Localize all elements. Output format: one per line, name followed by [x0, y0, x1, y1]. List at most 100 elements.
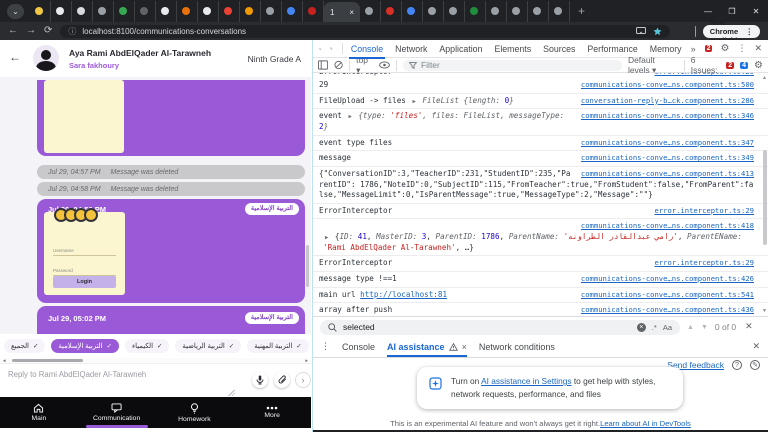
source-link[interactable]: communications-conve…ns.component.ts:541: [581, 290, 754, 300]
browser-tab[interactable]: [402, 1, 423, 22]
source-link[interactable]: communications-conve…ns.component.ts:418: [581, 221, 754, 230]
message-card[interactable]: Jul 29, 05:02 PM التربية الإسلامية: [37, 306, 305, 334]
devtools-tab[interactable]: Application: [439, 44, 482, 54]
subject-filter-chip[interactable]: التربية الرياضية ✓: [175, 339, 241, 353]
close-drawer-icon[interactable]: ✕: [752, 342, 760, 352]
browser-tab[interactable]: [198, 1, 219, 22]
subject-filter-chip[interactable]: الجميع ✓: [4, 339, 45, 353]
source-link[interactable]: error.interceptor.ts:29: [654, 206, 754, 216]
scroll-up-arrow[interactable]: ▲: [762, 75, 767, 81]
devtools-tab[interactable]: Console: [351, 44, 383, 54]
browser-tab[interactable]: [177, 1, 198, 22]
maximize-button[interactable]: ❐: [720, 7, 744, 16]
inspect-element-icon[interactable]: [319, 43, 321, 55]
source-link[interactable]: error.interceptor.ts:29: [654, 73, 754, 77]
back-button[interactable]: ←: [8, 26, 18, 36]
console-log[interactable]: error.interceptor.ts:29 ErrorInterceptor…: [313, 73, 768, 316]
subject-filter-chip[interactable]: الكيمياء ✓: [125, 339, 169, 353]
nav-item-homework[interactable]: Homework: [156, 397, 234, 428]
console-row[interactable]: communications-conve…ns.component.ts:349…: [313, 151, 768, 167]
browser-tab[interactable]: [282, 1, 303, 22]
console-row[interactable]: error.interceptor.ts:29 ErrorInterceptor: [313, 204, 768, 220]
bookmark-star-icon[interactable]: [653, 27, 662, 36]
message-image-attachment[interactable]: [44, 80, 124, 153]
source-link[interactable]: communications-conve…ns.component.ts:346: [581, 111, 754, 121]
drawer-tab-console[interactable]: Console: [342, 342, 375, 352]
browser-tab[interactable]: [114, 1, 135, 22]
reply-input[interactable]: Reply to Rami AbdElQader Al-Tarawneh: [8, 370, 146, 379]
console-scrollbar[interactable]: [763, 150, 767, 245]
console-sidebar-icon[interactable]: [318, 60, 328, 70]
attach-button[interactable]: [274, 372, 290, 388]
console-row[interactable]: communications-conve…ns.component.ts:418…: [313, 219, 768, 256]
close-search-icon[interactable]: ✕: [745, 322, 753, 332]
source-link[interactable]: conversation-reply-b…ck.component.ts:286: [581, 96, 754, 106]
reload-button[interactable]: ⟳: [44, 26, 52, 36]
send-button[interactable]: ›: [295, 372, 311, 388]
console-row[interactable]: communications-conve…ns.component.ts:426…: [313, 272, 768, 288]
previous-match-icon[interactable]: ▲: [687, 324, 694, 331]
update-chrome-button[interactable]: New Chrome available ⋮: [703, 25, 760, 38]
clear-console-icon[interactable]: [334, 60, 343, 70]
console-settings-icon[interactable]: ⚙: [754, 60, 763, 71]
message-image-attachment[interactable]: Username Password Login: [44, 212, 125, 295]
drawer-tab-ai-assistance[interactable]: AI assistance ×: [387, 337, 467, 357]
resize-handle[interactable]: [228, 390, 235, 396]
console-filter-input[interactable]: Filter: [403, 60, 622, 71]
back-arrow-icon[interactable]: ←: [9, 50, 21, 64]
issues-error-badge[interactable]: 2: [726, 62, 734, 69]
devtools-tab[interactable]: Performance: [587, 44, 637, 54]
messages-scrollbar[interactable]: [306, 245, 309, 287]
forward-button[interactable]: →: [26, 26, 36, 36]
browser-tab[interactable]: [219, 1, 240, 22]
browser-tab[interactable]: [240, 1, 261, 22]
source-link[interactable]: communications-conve…ns.component.ts:436: [581, 305, 754, 315]
new-tab-button[interactable]: +: [578, 4, 585, 18]
source-link[interactable]: communications-conve…ns.component.ts:349: [581, 153, 754, 163]
help-icon[interactable]: ?: [732, 360, 742, 370]
nav-item-main[interactable]: Main: [0, 397, 78, 428]
source-link[interactable]: communications-conve…ns.component.ts:426: [581, 274, 754, 284]
close-window-button[interactable]: ✕: [744, 7, 768, 16]
console-row[interactable]: communications-conve…ns.component.ts:413…: [313, 167, 768, 204]
tab-search-button[interactable]: ⌄: [7, 4, 24, 19]
source-link[interactable]: error.interceptor.ts:29: [654, 258, 754, 268]
feedback-icon[interactable]: ✎: [750, 360, 760, 370]
issues-label[interactable]: 6 Issues:: [691, 55, 720, 75]
source-link[interactable]: communications-conve…ns.component.ts:347: [581, 138, 754, 148]
more-tabs-icon[interactable]: »: [691, 44, 696, 54]
device-toolbar-icon[interactable]: [330, 43, 332, 54]
console-row[interactable]: communications-conve…ns.component.ts:347…: [313, 136, 768, 152]
nav-item-communication[interactable]: Communication: [78, 397, 156, 428]
browser-tab[interactable]: [549, 1, 570, 22]
message-card[interactable]: Jul 29, 04:59 PM التربية الإسلامية Usern…: [37, 199, 305, 303]
browser-tab[interactable]: [528, 1, 549, 22]
mic-button[interactable]: [252, 372, 268, 388]
devtools-tab[interactable]: Network: [395, 44, 427, 54]
subject-filter-chip[interactable]: التربية المهنية ✓: [247, 339, 308, 353]
browser-tab[interactable]: [135, 1, 156, 22]
search-input[interactable]: selected × .* Aa: [320, 320, 680, 335]
devtools-tab[interactable]: Sources: [543, 44, 575, 54]
devtools-menu-icon[interactable]: ⋮: [737, 44, 746, 54]
console-row[interactable]: communications-conve…ns.component.ts:500…: [313, 78, 768, 94]
drawer-menu-icon[interactable]: ⋮: [321, 342, 330, 352]
browser-tab[interactable]: [423, 1, 444, 22]
regex-toggle[interactable]: .*: [652, 323, 657, 332]
issues-warning-badge[interactable]: 4: [740, 62, 748, 69]
address-bar[interactable]: ⓘ localhost:8100/communications-conversa…: [60, 25, 670, 38]
messages-list[interactable]: Jul 29, 04:57 PM Message was deleted Jul…: [0, 77, 311, 334]
console-row[interactable]: communications-conve…ns.component.ts:346…: [313, 109, 768, 135]
browser-tab[interactable]: [30, 1, 51, 22]
case-toggle[interactable]: Aa: [663, 323, 672, 332]
eye-icon[interactable]: [379, 61, 390, 69]
active-browser-tab[interactable]: 1 ×: [324, 2, 360, 22]
browser-tab[interactable]: [507, 1, 528, 22]
browser-tab[interactable]: [444, 1, 465, 22]
nav-item-more[interactable]: More: [233, 397, 311, 428]
browser-tab[interactable]: [303, 1, 324, 22]
browser-tab[interactable]: [360, 1, 381, 22]
devtools-tab[interactable]: Elements: [494, 44, 531, 54]
subject-filter-chip[interactable]: التربية الإسلامية ✓: [51, 339, 119, 353]
source-link[interactable]: communications-conve…ns.component.ts:413: [581, 169, 754, 179]
